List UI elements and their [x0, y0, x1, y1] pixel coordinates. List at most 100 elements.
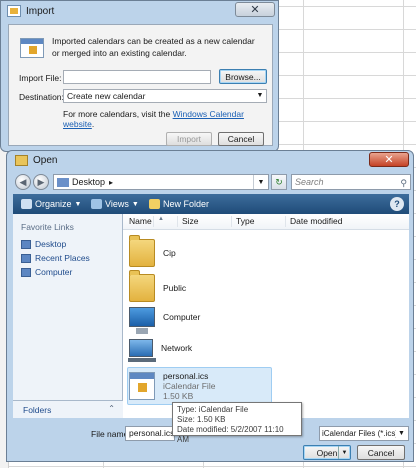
- chevron-down-icon: ▼: [131, 200, 139, 208]
- views-button[interactable]: Views ▼: [91, 197, 139, 211]
- sort-ascending-icon: ▲: [153, 216, 164, 227]
- navigation-bar: ◀ ▶ Desktop ▸ ▼ ↻ Search ⚲: [13, 173, 411, 193]
- list-item[interactable]: Public: [129, 270, 187, 302]
- file-list: Name ▲ Size Type Date modified Cip Publi…: [123, 214, 409, 418]
- folder-icon: [129, 270, 155, 302]
- chevron-down-icon: ▼: [74, 200, 82, 208]
- open-cancel-button[interactable]: Cancel: [357, 445, 405, 460]
- organize-label: Organize: [35, 199, 72, 209]
- more-calendars-prefix: For more calendars, visit the: [63, 109, 171, 119]
- breadcrumb-chevron-icon[interactable]: ▸: [109, 178, 113, 187]
- desktop-small-icon: [57, 177, 69, 187]
- address-bar[interactable]: Desktop ▸ ▼: [53, 174, 269, 190]
- desktop-icon: [21, 239, 31, 249]
- help-icon[interactable]: ?: [390, 197, 404, 211]
- list-item[interactable]: Computer: [129, 307, 201, 334]
- new-folder-label: New Folder: [163, 199, 210, 209]
- import-button[interactable]: Import: [166, 132, 212, 146]
- navigation-pane: Favorite Links Desktop Recent Places Com…: [13, 214, 123, 400]
- destination-select[interactable]: Create new calendar ▼: [63, 89, 267, 103]
- column-header-name[interactable]: Name: [125, 216, 152, 227]
- search-placeholder: Search: [295, 177, 324, 187]
- import-dialog: Import ✕ Imported calendars can be creat…: [0, 0, 279, 152]
- open-close-button[interactable]: ✕: [369, 152, 409, 167]
- nav-item-label: Desktop: [35, 239, 67, 249]
- column-header-date-modified[interactable]: Date modified: [285, 216, 342, 227]
- import-body: Imported calendars can be created as a n…: [8, 24, 273, 146]
- list-item[interactable]: Network: [128, 339, 193, 362]
- calendar-import-icon: [20, 38, 44, 58]
- import-title: Import: [26, 5, 55, 17]
- folders-label: Folders: [23, 405, 52, 415]
- more-calendars-suffix: .: [91, 119, 95, 129]
- destination-label: Destination:: [19, 92, 64, 102]
- favorite-links-heading: Favorite Links: [21, 222, 74, 232]
- chevron-down-icon: ▼: [256, 92, 264, 99]
- nav-item-recent-places[interactable]: Recent Places: [21, 253, 90, 263]
- organize-icon: [21, 199, 32, 209]
- column-header-type[interactable]: Type: [231, 216, 254, 227]
- browse-button[interactable]: Browse...: [219, 69, 267, 84]
- file-details: personal.ics iCalendar File 1.50 KB: [163, 371, 215, 401]
- new-folder-button[interactable]: New Folder: [149, 197, 209, 211]
- file-name: Network: [161, 343, 193, 353]
- calendar-app-icon: [7, 5, 21, 17]
- import-cancel-button[interactable]: Cancel: [218, 132, 264, 146]
- forward-button[interactable]: ▶: [33, 174, 49, 190]
- command-toolbar: Organize ▼ Views ▼ New Folder ?: [13, 194, 409, 214]
- new-folder-icon: [149, 199, 160, 209]
- import-close-button[interactable]: ✕: [235, 2, 275, 17]
- chevron-down-icon[interactable]: ▼: [338, 446, 350, 459]
- import-description: Imported calendars can be created as a n…: [52, 36, 255, 58]
- destination-value: Create new calendar: [67, 91, 146, 101]
- organize-button[interactable]: Organize ▼: [21, 197, 81, 211]
- import-title-bar: Import: [7, 5, 54, 17]
- file-name-field[interactable]: personal.ics: [125, 426, 175, 441]
- more-calendars-text: For more calendars, visit the Windows Ca…: [63, 109, 272, 129]
- nav-item-computer[interactable]: Computer: [21, 267, 72, 277]
- network-icon: [128, 339, 156, 362]
- file-info-tooltip: Type: iCalendar File Size: 1.50 KB Date …: [172, 402, 302, 444]
- nav-item-desktop[interactable]: Desktop: [21, 239, 66, 249]
- file-size: 1.50 KB: [163, 391, 194, 401]
- open-title: Open: [33, 155, 58, 166]
- address-dropdown-icon[interactable]: ▼: [253, 175, 268, 189]
- computer-icon: [129, 307, 155, 334]
- back-button[interactable]: ◀: [15, 174, 31, 190]
- search-icon: ⚲: [400, 178, 407, 188]
- refresh-button[interactable]: ↻: [271, 174, 287, 190]
- file-name: personal.ics: [163, 371, 209, 381]
- back-arrow-icon: ◀: [19, 176, 27, 187]
- views-icon: [91, 199, 102, 209]
- file-type: iCalendar File: [163, 381, 216, 391]
- tooltip-date: Date modified: 5/2/2007 11:10 AM: [177, 425, 284, 444]
- file-name: Public: [163, 283, 187, 293]
- file-name: Computer: [163, 312, 201, 322]
- open-button[interactable]: Open ▼: [303, 445, 351, 460]
- views-label: Views: [105, 199, 129, 209]
- folders-toggle[interactable]: Folders ⌃: [13, 400, 123, 418]
- list-item[interactable]: Cip: [129, 235, 176, 267]
- import-file-label: Import File:: [19, 73, 62, 83]
- tooltip-size: Size: 1.50 KB: [177, 415, 226, 424]
- nav-item-label: Recent Places: [35, 253, 90, 263]
- import-file-field[interactable]: [63, 70, 211, 84]
- search-input[interactable]: Search ⚲: [291, 174, 411, 190]
- address-value: Desktop: [72, 177, 106, 187]
- folder-icon: [129, 235, 155, 267]
- nav-item-label: Computer: [35, 267, 73, 277]
- chevron-down-icon: ▼: [396, 428, 407, 439]
- recent-places-icon: [21, 253, 31, 263]
- ics-file-icon: [129, 372, 155, 400]
- open-button-label: Open: [316, 447, 338, 458]
- file-type-value: iCalendar Files (*.ics): [322, 429, 399, 438]
- open-folder-icon: [15, 155, 28, 166]
- forward-arrow-icon: ▶: [37, 176, 45, 187]
- column-header-size[interactable]: Size: [177, 216, 199, 227]
- file-type-select[interactable]: iCalendar Files (*.ics) ▼: [319, 426, 409, 441]
- file-name: Cip: [163, 248, 176, 258]
- tooltip-type: Type: iCalendar File: [177, 405, 249, 414]
- refresh-icon: ↻: [275, 176, 283, 187]
- open-title-bar: Open: [15, 155, 57, 166]
- list-item-personal-ics[interactable]: personal.ics iCalendar File 1.50 KB: [129, 371, 215, 401]
